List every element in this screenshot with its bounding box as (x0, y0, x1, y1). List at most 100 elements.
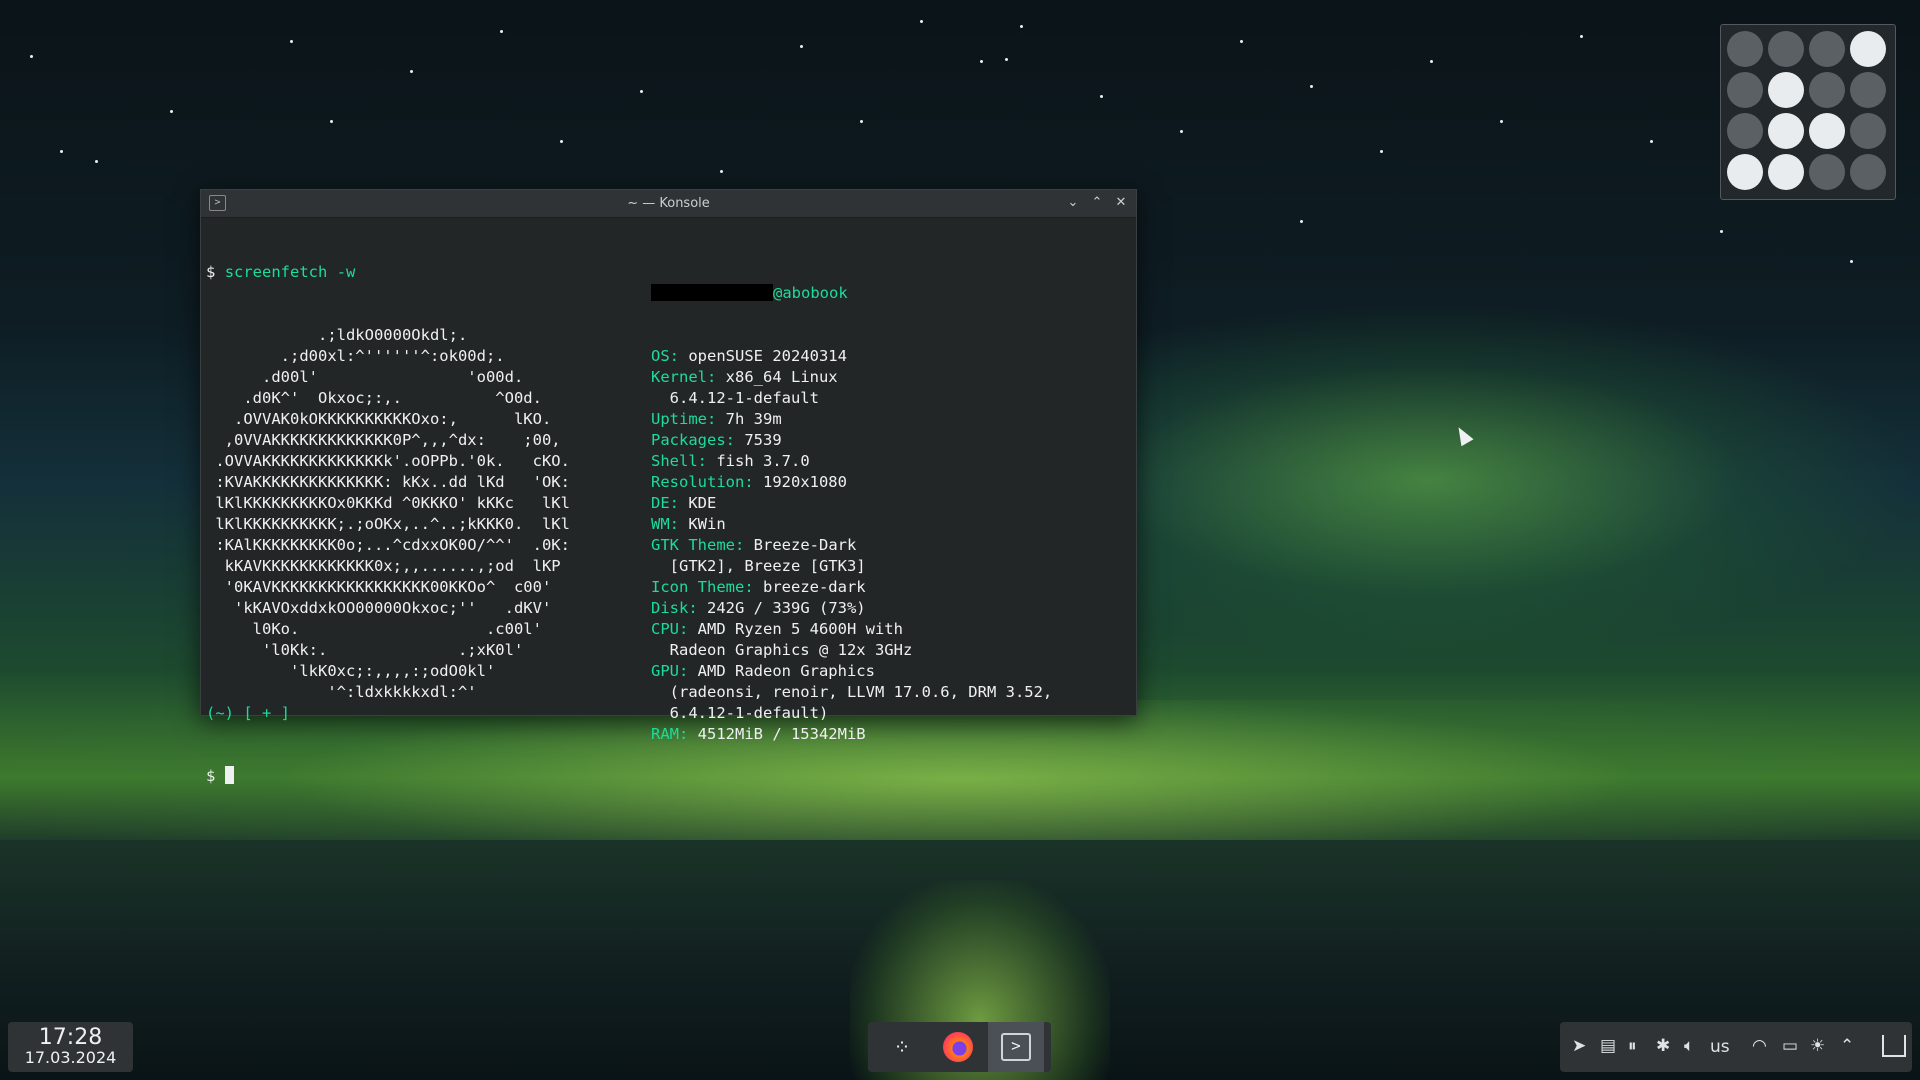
desktop-indicator[interactable] (1768, 113, 1804, 149)
star (980, 60, 983, 63)
info-value: 6.4.12-1-default) (651, 704, 829, 722)
hostname: @abobook (773, 284, 848, 302)
konsole-task-button[interactable]: > (988, 1022, 1044, 1072)
star (560, 140, 563, 143)
task-manager[interactable]: ⁘ > (868, 1022, 1051, 1072)
info-value: (radeonsi, renoir, LLVM 17.0.6, DRM 3.52… (651, 683, 1053, 701)
info-value: 7539 (735, 431, 782, 449)
info-key: Kernel: (651, 368, 717, 386)
info-value: 6.4.12-1-default (651, 389, 819, 407)
system-tray[interactable]: ➤ ▤ ⏸ ✱ 🔈︎ us ◠ ▭ ☀ ⌃ (1560, 1022, 1912, 1072)
desktop-indicator[interactable] (1809, 31, 1845, 67)
info-value: KDE (679, 494, 717, 512)
firefox-task-button[interactable] (930, 1022, 986, 1072)
desktop-indicator[interactable] (1850, 31, 1886, 67)
maximize-button[interactable]: ⌃ (1088, 194, 1106, 212)
desktop-indicator[interactable] (1727, 154, 1763, 190)
info-value: 7h 39m (716, 410, 782, 428)
clipboard-icon[interactable]: ▤ (1600, 1036, 1616, 1056)
desktop-indicator[interactable] (1809, 154, 1845, 190)
wallpaper-glow (1100, 300, 1920, 660)
star (1720, 230, 1723, 233)
star (1650, 140, 1653, 143)
wifi-icon[interactable]: ◠ (1752, 1036, 1767, 1056)
star (720, 170, 723, 173)
battery-icon[interactable]: ▭ (1782, 1036, 1798, 1056)
desktop-indicator[interactable] (1768, 31, 1804, 67)
info-value: breeze-dark (753, 578, 866, 596)
volume-icon[interactable]: 🔈︎ (1684, 1036, 1694, 1056)
star (30, 55, 33, 58)
info-value: AMD Ryzen 5 4600H with (688, 620, 903, 638)
clock-date: 17.03.2024 (24, 1048, 117, 1067)
fish-prompt-line: (~) [ + ] $ (206, 661, 290, 829)
desktop-indicator[interactable] (1727, 31, 1763, 67)
brightness-icon[interactable]: ☀ (1810, 1036, 1825, 1056)
minimize-button[interactable]: ⌄ (1064, 194, 1082, 212)
info-value: openSUSE 20240314 (679, 347, 847, 365)
system-info-row: Uptime: 7h 39m (651, 409, 1052, 430)
star (1100, 95, 1103, 98)
star (800, 45, 803, 48)
system-info: @abobook OS: openSUSE 20240314 Kernel: x8… (651, 241, 1052, 787)
system-info-row: Kernel: x86_64 Linux (651, 367, 1052, 388)
info-value: 4512MiB / 15342MiB (688, 725, 866, 743)
terminal-output[interactable]: $ screenfetch -w .;ldkO0000Okdl;. .;d00x… (201, 218, 1136, 785)
input-line[interactable]: $ (206, 766, 290, 787)
star (1580, 35, 1583, 38)
system-info-row: 6.4.12-1-default) (651, 703, 1052, 724)
keyboard-layout-indicator[interactable]: us (1710, 1037, 1730, 1057)
info-value: fish 3.7.0 (707, 452, 810, 470)
info-key: DE: (651, 494, 679, 512)
star (1430, 60, 1433, 63)
desktop-indicator[interactable] (1850, 113, 1886, 149)
digital-clock[interactable]: 17:28 17.03.2024 (8, 1022, 133, 1072)
star (1380, 150, 1383, 153)
system-info-row: Disk: 242G / 339G (73%) (651, 598, 1052, 619)
konsole-window[interactable]: > ~ — Konsole ⌄ ⌃ ✕ $ screenfetch -w .;l… (200, 189, 1137, 785)
info-key: GTK Theme: (651, 536, 745, 554)
desktop-indicator[interactable] (1727, 72, 1763, 108)
telegram-icon[interactable]: ➤ (1572, 1036, 1586, 1056)
redacted-username (651, 284, 773, 301)
desktop-indicator[interactable] (1850, 154, 1886, 190)
info-key: WM: (651, 515, 679, 533)
virtual-desktop-pager[interactable] (1720, 24, 1896, 200)
star (1180, 130, 1183, 133)
system-info-row: DE: KDE (651, 493, 1052, 514)
star (95, 160, 98, 163)
star (1005, 58, 1008, 61)
info-value: [GTK2], Breeze [GTK3] (651, 557, 866, 575)
text-cursor (224, 766, 234, 784)
window-titlebar[interactable]: > ~ — Konsole ⌄ ⌃ ✕ (201, 190, 1136, 218)
star (1310, 85, 1313, 88)
desktop-indicator[interactable] (1768, 154, 1804, 190)
desktop-indicator[interactable] (1727, 113, 1763, 149)
desktop-indicator[interactable] (1809, 72, 1845, 108)
app-launcher-button[interactable]: ⁘ (874, 1022, 930, 1072)
show-desktop-button[interactable] (1882, 1035, 1906, 1057)
system-info-row: OS: openSUSE 20240314 (651, 346, 1052, 367)
media-pause-icon[interactable]: ⏸ (1628, 1036, 1637, 1056)
system-info-row: GPU: AMD Radeon Graphics (651, 661, 1052, 682)
bluetooth-icon[interactable]: ✱ (1656, 1036, 1670, 1056)
star (1240, 40, 1243, 43)
desktop-indicator[interactable] (1809, 113, 1845, 149)
info-value: Breeze-Dark (744, 536, 857, 554)
system-info-row: RAM: 4512MiB / 15342MiB (651, 724, 1052, 745)
expand-tray-icon[interactable]: ⌃ (1840, 1036, 1854, 1056)
star (290, 40, 293, 43)
system-info-row: WM: KWin (651, 514, 1052, 535)
close-button[interactable]: ✕ (1112, 194, 1130, 212)
star (500, 30, 503, 33)
desktop-indicator[interactable] (1850, 72, 1886, 108)
info-key: RAM: (651, 725, 689, 743)
star (920, 20, 923, 23)
desktop-indicator[interactable] (1768, 72, 1804, 108)
command-arg: -w (336, 263, 356, 281)
system-info-row: Radeon Graphics @ 12x 3GHz (651, 640, 1052, 661)
info-key: CPU: (651, 620, 689, 638)
info-value: 1920x1080 (753, 473, 847, 491)
star (330, 120, 333, 123)
info-value: AMD Radeon Graphics (688, 662, 875, 680)
